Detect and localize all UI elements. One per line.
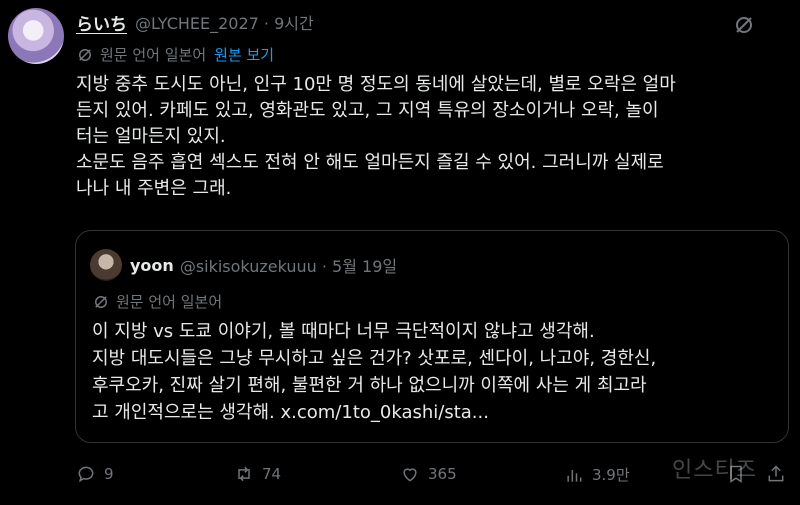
- author-handle-time[interactable]: @LYCHEE_2027 · 9시간: [135, 10, 314, 34]
- like-button[interactable]: 365: [400, 464, 457, 484]
- post-body-line: 지방 중추 도시도 아닌, 인구 10만 명 정도의 동네에 살았는데, 별로 …: [76, 74, 676, 95]
- share-icon[interactable]: [766, 464, 786, 484]
- quoted-post-body: 이 지방 vs 도쿄 이야기, 볼 때마다 너무 극단적이지 않냐고 생각해. …: [92, 318, 656, 426]
- heart-icon: [403, 468, 417, 482]
- post-body-line: 터는 얼마든지 있지.: [76, 126, 226, 147]
- like-count: 365: [428, 465, 457, 483]
- author-display-name[interactable]: らいち: [76, 10, 127, 35]
- translation-bar: 원문 언어 일본어 원본 보기: [76, 44, 274, 65]
- quoted-post-card[interactable]: yoon @sikisokuzekuuu · 5월 19일 원문 언어 일본어 …: [75, 230, 789, 443]
- quoted-body-line: 지방 대도시들은 그냥 무시하고 싶은 건가? 삿포로, 센다이, 나고야, 경…: [92, 348, 657, 369]
- translation-note: 원문 언어 일본어: [100, 46, 207, 64]
- post-body-line: 소문도 음주 흡연 섹스도 전혀 안 해도 얼마든지 즐길 수 있어. 그러니까…: [76, 152, 664, 173]
- watermark: 인스티즈: [672, 458, 757, 483]
- show-original-link[interactable]: 원본 보기: [214, 44, 274, 65]
- repost-icon: [238, 466, 250, 482]
- reply-icon: [78, 466, 94, 483]
- quoted-body-line: 후쿠오카, 진짜 살기 편해, 불편한 거 하나 없으니까 이쪽에 사는 게 최…: [92, 375, 647, 396]
- quoted-body-line: 이 지방 vs 도쿄 이야기, 볼 때마다 너무 극단적이지 않냐고 생각해.: [92, 321, 595, 342]
- views-icon: [567, 469, 582, 482]
- quoted-author-handle-time: @sikisokuzekuuu · 5월 19일: [179, 257, 398, 276]
- grok-icon[interactable]: [732, 13, 756, 37]
- repost-count: 74: [262, 465, 282, 483]
- views-button[interactable]: 3.9만: [564, 464, 630, 485]
- view-count: 3.9만: [592, 466, 630, 484]
- reply-button[interactable]: 9: [76, 464, 114, 484]
- quoted-post-header: yoon @sikisokuzekuuu · 5월 19일: [130, 253, 397, 277]
- translate-icon: [95, 295, 107, 308]
- post-body: 지방 중추 도시도 아닌, 인구 10만 명 정도의 동네에 살았는데, 별로 …: [76, 72, 788, 202]
- quoted-translation-bar: 원문 언어 일본어: [92, 291, 222, 312]
- quoted-author-avatar: [90, 249, 122, 281]
- author-avatar[interactable]: [8, 8, 64, 64]
- translate-icon: [79, 48, 91, 61]
- post-body-line: 든지 있어. 카페도 있고, 영화관도 있고, 그 지역 특유의 장소이거나 오…: [76, 100, 659, 121]
- quoted-translation-note: 원문 언어 일본어: [116, 293, 223, 311]
- reply-count: 9: [104, 465, 114, 483]
- post-body-line: 나나 내 주변은 그래.: [76, 178, 232, 199]
- quoted-author-name: yoon: [130, 255, 174, 275]
- quoted-body-line: 고 개인적으로는 생각해. x.com/1to_0kashi/sta...: [92, 402, 489, 423]
- post-header: らいち @LYCHEE_2027 · 9시간: [76, 10, 314, 35]
- repost-button[interactable]: 74: [234, 464, 281, 484]
